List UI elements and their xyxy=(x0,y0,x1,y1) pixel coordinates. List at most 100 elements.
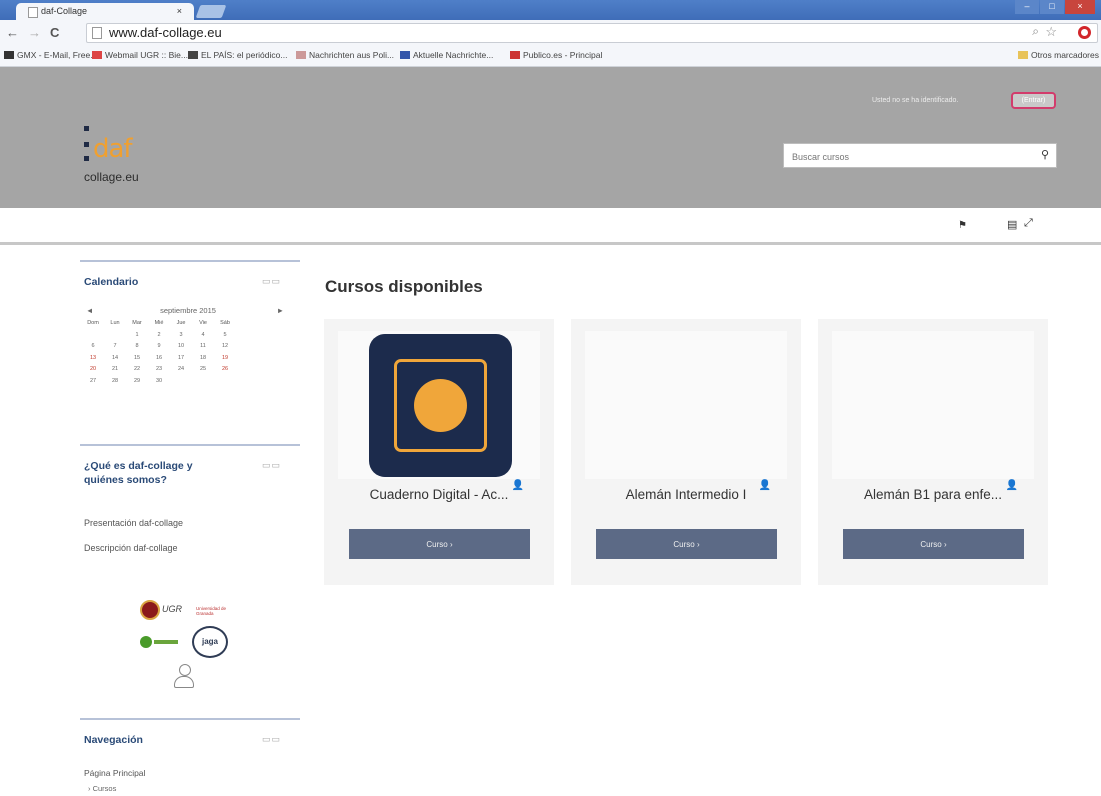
calendar-day[interactable]: 26 xyxy=(214,364,236,376)
calendar-day[interactable] xyxy=(82,330,104,342)
calendar-day[interactable]: 14 xyxy=(104,353,126,365)
calendar-day[interactable]: 24 xyxy=(170,364,192,376)
new-tab-button[interactable] xyxy=(195,5,227,18)
expand-icon[interactable]: ⤢ xyxy=(1024,217,1033,230)
bookmark-item[interactable]: Aktuelle Nachrichte... xyxy=(400,50,493,60)
calendar-day[interactable] xyxy=(104,330,126,342)
calendar-week: 6 7 8 9 10 11 12 xyxy=(82,341,294,353)
home-link[interactable]: Página Principal xyxy=(84,768,145,778)
presentation-link[interactable]: Presentación daf-collage xyxy=(84,518,183,528)
browser-nav-bar: ← → C www.daf-collage.eu ⌕ ☆ xyxy=(0,20,1101,46)
course-button[interactable]: Curso › xyxy=(349,529,530,559)
site-logo[interactable]: daf collage.eu xyxy=(84,124,174,202)
calendar-day[interactable] xyxy=(192,376,214,388)
calendar-day[interactable]: 20 xyxy=(82,364,104,376)
page-icon xyxy=(92,27,102,39)
browser-tab[interactable]: daf-Collage × xyxy=(16,3,194,20)
bookmark-item[interactable]: Publico.es - Principal xyxy=(510,50,602,60)
block-controls-icon[interactable]: ▭▭ xyxy=(262,734,281,745)
calendar-week: 27 28 29 30 xyxy=(82,376,294,388)
bookmark-item[interactable]: GMX - E-Mail, Free... xyxy=(4,50,97,60)
course-search: ⚲ xyxy=(783,143,1057,168)
minimize-icon[interactable]: – xyxy=(1015,0,1039,14)
app-icon[interactable] xyxy=(369,334,512,477)
weekday: Mar xyxy=(132,320,142,326)
calendar-day[interactable]: 9 xyxy=(148,341,170,353)
calendar-day[interactable]: 7 xyxy=(104,341,126,353)
bookmark-item[interactable]: EL PAÍS: el periódico... xyxy=(188,50,287,60)
course-thumbnail[interactable] xyxy=(832,331,1034,479)
calendar-day[interactable]: 19 xyxy=(214,353,236,365)
block-controls-icon[interactable]: ▭▭ xyxy=(262,460,281,471)
calendar-day[interactable]: 6 xyxy=(82,341,104,353)
app-icon-dot xyxy=(414,379,467,432)
maximize-icon[interactable]: □ xyxy=(1040,0,1064,14)
calendar-day[interactable]: 4 xyxy=(192,330,214,342)
block-divider xyxy=(80,444,300,446)
about-title-line1: ¿Qué es daf-collage y xyxy=(84,460,193,472)
search-input[interactable] xyxy=(790,147,1024,166)
partner-logos: UGR Universidad de Granada jaga xyxy=(140,598,240,708)
page-favicon-icon xyxy=(28,7,38,18)
course-thumbnail[interactable] xyxy=(585,331,787,479)
forward-arrow-icon[interactable]: → xyxy=(28,25,41,40)
calendar-day[interactable]: 22 xyxy=(126,364,148,376)
login-status: Usted no se ha identificado. xyxy=(872,97,959,104)
zoom-icon[interactable]: ⌕ xyxy=(1032,24,1039,39)
calendar-day[interactable] xyxy=(170,376,192,388)
weekday: Jue xyxy=(176,320,186,326)
calendar-day[interactable]: 2 xyxy=(148,330,170,342)
calendar-day[interactable]: 30 xyxy=(148,376,170,388)
user-icon xyxy=(174,664,194,690)
block-divider xyxy=(80,718,300,720)
bookmark-item[interactable]: Nachrichten aus Poli... xyxy=(296,50,394,60)
calendar-day[interactable]: 18 xyxy=(192,353,214,365)
navbar-strip: ⚑ ▤ ⤢ xyxy=(0,208,1101,245)
calendar-day[interactable]: 21 xyxy=(104,364,126,376)
page-title: Cursos disponibles xyxy=(325,277,483,296)
calendar-day[interactable]: 15 xyxy=(126,353,148,365)
calendar-month[interactable]: septiembre 2015 xyxy=(82,306,294,315)
calendar-day[interactable]: 8 xyxy=(126,341,148,353)
logo-text: daf xyxy=(93,134,133,164)
calendar-day[interactable]: 3 xyxy=(170,330,192,342)
back-arrow-icon[interactable]: ← xyxy=(6,25,19,40)
flag-icon[interactable]: ⚑ xyxy=(958,220,967,231)
course-button[interactable]: Curso › xyxy=(843,529,1024,559)
reload-icon[interactable]: C xyxy=(50,25,59,40)
bookmark-item[interactable]: Webmail UGR :: Bie... xyxy=(92,50,188,60)
calendar-day[interactable]: 10 xyxy=(170,341,192,353)
other-bookmarks-folder[interactable]: Otros marcadores xyxy=(1017,50,1099,60)
tab-title: daf-Collage xyxy=(41,6,88,16)
calendar-day[interactable]: 28 xyxy=(104,376,126,388)
calendar-next-icon[interactable]: ► xyxy=(277,306,284,315)
calendar-day[interactable]: 23 xyxy=(148,364,170,376)
calendar-day[interactable]: 13 xyxy=(82,353,104,365)
description-link[interactable]: Descripción daf-collage xyxy=(84,543,178,553)
calendar-day[interactable]: 17 xyxy=(170,353,192,365)
calendar-day[interactable]: 25 xyxy=(192,364,214,376)
browser-tab-bar: daf-Collage × – □ × xyxy=(0,0,1101,20)
bookmark-label: Publico.es - Principal xyxy=(523,50,603,60)
calendar-day[interactable]: 27 xyxy=(82,376,104,388)
tab-close-icon[interactable]: × xyxy=(177,3,182,20)
search-icon[interactable]: ⚲ xyxy=(1041,148,1049,161)
courses-link[interactable]: › Cursos xyxy=(88,784,116,793)
calendar-day[interactable] xyxy=(214,376,236,388)
calendar-day[interactable]: 5 xyxy=(214,330,236,342)
calendar-day[interactable]: 12 xyxy=(214,341,236,353)
calendar-day[interactable]: 29 xyxy=(126,376,148,388)
bookmark-label: Aktuelle Nachrichte... xyxy=(413,50,494,60)
window-close-icon[interactable]: × xyxy=(1065,0,1095,14)
ugr-seal-icon xyxy=(140,600,160,620)
calendar-day[interactable]: 16 xyxy=(148,353,170,365)
grid-icon[interactable]: ▤ xyxy=(1007,218,1017,231)
login-button[interactable]: (Entrar) xyxy=(1011,92,1056,109)
bookmark-star-icon[interactable]: ☆ xyxy=(1045,24,1057,40)
calendar-day[interactable]: 11 xyxy=(192,341,214,353)
calendar-day[interactable]: 1 xyxy=(126,330,148,342)
block-controls-icon[interactable]: ▭▭ xyxy=(262,276,281,287)
course-button[interactable]: Curso › xyxy=(596,529,777,559)
opera-icon[interactable] xyxy=(1078,26,1091,39)
address-bar[interactable]: www.daf-collage.eu ⌕ ☆ xyxy=(86,23,1098,43)
